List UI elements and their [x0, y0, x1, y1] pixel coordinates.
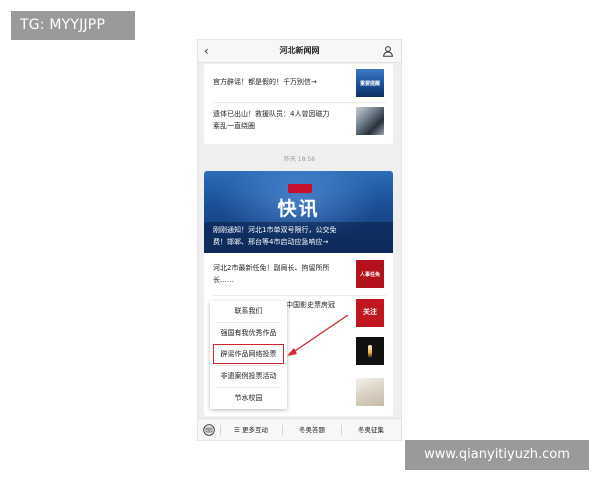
message-timestamp: 昨天 18:56 [283, 156, 316, 163]
page-title: 河北新闻网 [279, 46, 320, 55]
banner-headline: 快讯 [277, 198, 320, 220]
thumbnail-caption: 重要提醒 [359, 81, 380, 87]
menu-item-contact-us[interactable]: 联系我们 [210, 301, 287, 322]
tab-winter-olympics-quiz[interactable]: 冬奥答题 [283, 419, 341, 440]
more-interaction-menu: 联系我们 强国有我优秀作品 辟谣作品网络投票 非遗案例投票活动 节水校园 [210, 301, 287, 409]
list-item[interactable]: 河北2市最新任免！副局长、拘留所所 长…… 人事任免 [204, 255, 393, 295]
list-item[interactable]: 官方辟谣！都是假的！千万别信→ 重要提醒 [204, 64, 393, 101]
headline-banner[interactable]: 快讯 刚刚通知！河北1市单双号限行，公交免 费！邯郸、邢台等4市启动应急响应→ [204, 171, 393, 253]
menu-item-excellent-works[interactable]: 强国有我优秀作品 [210, 323, 287, 344]
article-title-partial: 中国影史票房冠 [286, 301, 335, 309]
screenshot-stage: TG: MYYJJPP ‹ 河北新闻网 官方辟谣！都是假的！千万别信→ 重要提醒… [0, 0, 600, 480]
thumbnail-caption: 人事任免 [359, 272, 380, 278]
highlight-box [213, 344, 284, 364]
wechat-article-list: ‹ 河北新闻网 官方辟谣！都是假的！千万别信→ 重要提醒 遗体已出山！救援队员：… [198, 40, 401, 440]
article-thumbnail [356, 337, 384, 365]
article-title-line-2: 紊乱一直绕圈 [213, 122, 255, 130]
tab-more-interaction[interactable]: ☰ 更多互动 [221, 419, 281, 440]
thumbnail-caption: 关注 [363, 308, 377, 316]
candle-flame [368, 345, 372, 358]
tab-winter-olympics-collect[interactable]: 冬奥征集 [342, 419, 400, 440]
article-card-group-1: 官方辟谣！都是假的！千万别信→ 重要提醒 遗体已出山！救援队员：4人曾因磁力 紊… [204, 64, 393, 144]
article-thumbnail [356, 378, 384, 406]
banner-caption-line-2: 费！邯郸、邢台等4市启动应急响应→ [213, 238, 329, 246]
bottom-menu-bar: ☰ 更多互动 冬奥答题 冬奥征集 [198, 418, 401, 440]
article-thumbnail [356, 107, 384, 135]
article-thumbnail: 人事任免 [356, 260, 384, 288]
menu-lines-icon: ☰ [234, 426, 240, 434]
article-title: 官方辟谣！都是假的！千万别信→ [213, 78, 317, 86]
article-thumbnail: 关注 [356, 299, 384, 327]
menu-item-water-saving-campus[interactable]: 节水校园 [210, 388, 287, 409]
article-title-line-1: 遗体已出山！救援队员：4人曾因磁力 [213, 110, 330, 118]
person-icon[interactable] [382, 45, 394, 57]
watermark-url: www.qianyitiyuzh.com [405, 440, 589, 470]
article-title-line-1: 河北2市最新任免！副局长、拘留所所 [213, 264, 330, 272]
article-thumbnail: 重要提醒 [356, 69, 384, 97]
watermark-tg: TG: MYYJJPP [11, 11, 135, 40]
brand-logo-icon [288, 184, 312, 193]
menu-item-heritage-vote[interactable]: 非遗案例投票活动 [210, 366, 287, 387]
banner-caption-line-1: 刚刚通知！河北1市单双号限行，公交免 [213, 226, 337, 234]
banner-caption: 刚刚通知！河北1市单双号限行，公交免 费！邯郸、邢台等4市启动应急响应→ [204, 222, 393, 253]
top-nav-bar: ‹ 河北新闻网 [198, 40, 401, 63]
keyboard-icon[interactable] [203, 424, 215, 436]
tab-label: 更多互动 [241, 426, 268, 434]
list-item[interactable]: 遗体已出山！救援队员：4人曾因磁力 紊乱一直绕圈 [204, 103, 393, 143]
article-title-line-2: 长…… [213, 276, 234, 284]
